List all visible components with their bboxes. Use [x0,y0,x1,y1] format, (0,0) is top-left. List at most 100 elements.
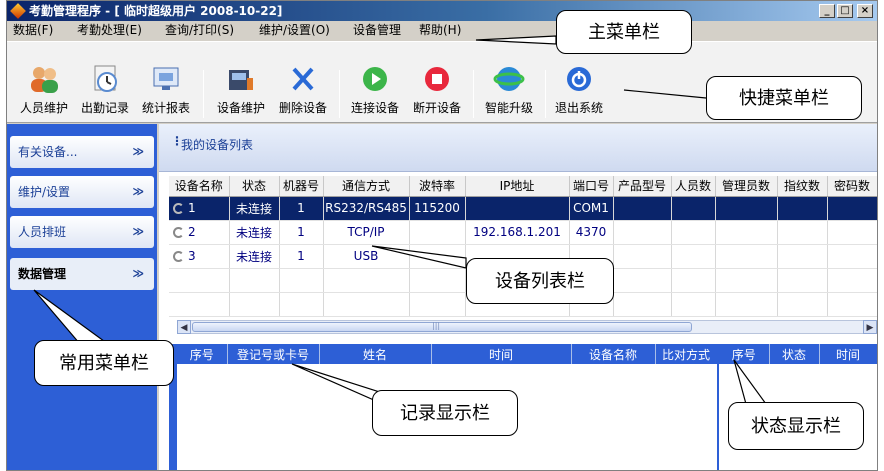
device-status: 未连接 [229,196,280,221]
table-row[interactable]: 1 未连接 1 RS232/RS485 115200 COM1 [169,196,877,221]
column-header[interactable]: 时间 [431,344,572,364]
device-icon [229,70,253,90]
device-list-title: 我的设备列表 [181,138,254,152]
table-row[interactable]: 2 未连接 1 TCP/IP 192.168.1.201 4370 [169,220,877,245]
device-status: 未连接 [229,244,280,269]
column-header[interactable]: 设备名称 [169,176,230,197]
column-header[interactable]: 序号 [719,344,770,364]
column-header[interactable]: 设备名称 [571,344,656,364]
record-table: 序号 登记号或卡号 姓名 时间 设备名称 比对方式 [177,344,718,364]
device-baud [409,244,466,269]
column-header[interactable]: 密码数 [827,176,877,197]
horizontal-scrollbar[interactable]: ◀ ||| ▶ [177,320,877,334]
column-header[interactable]: 机器号 [279,176,324,197]
sidebar-item-scheduling[interactable]: 人员排班 ≫ [10,216,154,248]
column-header[interactable]: 产品型号 [613,176,672,197]
device-name: 2 [188,225,196,239]
person-maintenance-button[interactable]: 人员维护 [15,64,73,122]
column-header[interactable]: 时间 [819,344,877,364]
table-header-row: 设备名称 状态 机器号 通信方式 波特率 IP地址 端口号 产品型号 人员数 管… [169,176,877,197]
grip-icon: ||| [432,321,441,330]
table-cell [715,220,778,245]
users-icon [31,67,58,93]
toolbar-label: 删除设备 [278,101,327,115]
scroll-left-icon[interactable]: ◀ [177,320,191,334]
column-header[interactable]: 波特率 [409,176,466,197]
disconnect-device-button[interactable]: 断开设备 [407,64,467,122]
device-comm: TCP/IP [323,220,410,245]
report-icon [153,67,179,90]
table-cell [671,196,716,221]
device-status: 未连接 [229,220,280,245]
refresh-icon [173,227,184,238]
connect-device-button[interactable]: 连接设备 [345,64,405,122]
device-machine-no: 1 [279,196,324,221]
attendance-records-button[interactable]: 出勤记录 [75,64,135,122]
table-header-row: 序号 状态 时间 [719,344,877,364]
toolbar-label: 退出系统 [554,101,603,115]
device-port: COM1 [569,196,614,221]
scrollbar-thumb[interactable] [192,322,692,332]
column-header[interactable]: 指纹数 [777,176,828,197]
chevron-down-icon: ≫ [132,267,144,280]
main-menu-bar: 数据(F) 考勤处理(E) 查询/打印(S) 维护/设置(O) 设备管理 帮助(… [7,21,877,39]
column-header[interactable]: 管理员数 [715,176,778,197]
sidebar-item-maintenance[interactable]: 维护/设置 ≫ [10,176,154,208]
menu-device-management[interactable]: 设备管理 [353,23,401,37]
toolbar-label: 出勤记录 [80,101,129,115]
table-cell [777,196,828,221]
column-header[interactable]: 姓名 [319,344,432,364]
toolbar-label: 断开设备 [412,101,461,115]
globe-icon [493,67,525,91]
menu-data[interactable]: 数据(F) [13,23,53,37]
window-title: 考勤管理程序 - [ 临时超级用户 2008-10-22] [29,4,283,18]
menu-help[interactable]: 帮助(H) [419,23,461,37]
column-header[interactable]: 端口号 [569,176,614,197]
table-header-row: 序号 登记号或卡号 姓名 时间 设备名称 比对方式 [177,344,718,364]
smart-upgrade-button[interactable]: 智能升级 [479,64,539,122]
minimize-button[interactable]: _ [819,4,835,18]
device-maintenance-button[interactable]: 设备维护 [211,64,271,122]
sidebar-item-label: 有关设备... [18,145,78,159]
menu-attendance[interactable]: 考勤处理(E) [77,23,142,37]
column-header[interactable]: 通信方式 [323,176,410,197]
callout-record-display: 记录显示栏 [372,390,518,436]
toolbar-label: 人员维护 [19,101,68,115]
maximize-button[interactable]: □ [837,4,853,18]
statistics-report-button[interactable]: 统计报表 [137,64,195,122]
sidebar-item-label: 维护/设置 [18,185,71,199]
device-name: 3 [188,249,196,263]
exit-system-button[interactable]: 退出系统 [549,64,609,122]
toolbar-label: 统计报表 [141,101,190,115]
menu-maintenance[interactable]: 维护/设置(O) [259,23,330,37]
callout-device-list: 设备列表栏 [466,258,614,304]
delete-device-button[interactable]: 删除设备 [273,64,333,122]
callout-main-menu: 主菜单栏 [556,10,692,54]
stop-icon [425,67,449,91]
column-header[interactable]: 比对方式 [655,344,718,364]
column-header[interactable]: 人员数 [671,176,716,197]
toolbar-label: 设备维护 [216,101,265,115]
table-cell [715,244,778,269]
column-header[interactable]: 状态 [769,344,820,364]
chevron-down-icon: ≫ [132,145,144,158]
device-list-header: ⋮ 我的设备列表 [159,124,877,172]
table-cell [613,220,672,245]
scroll-right-icon[interactable]: ▶ [863,320,877,334]
sidebar-item-data-management[interactable]: 数据管理 ≫ [10,258,154,290]
menu-query-print[interactable]: 查询/打印(S) [165,23,234,37]
column-header[interactable]: 状态 [229,176,280,197]
device-baud: 115200 [409,196,466,221]
table-cell [671,244,716,269]
callout-common-menu: 常用菜单栏 [34,340,174,386]
close-button[interactable]: × [857,4,873,18]
sidebar-item-label: 人员排班 [18,225,67,239]
table-cell [777,244,828,269]
column-header[interactable]: 序号 [177,344,228,364]
device-port: 4370 [569,220,614,245]
sidebar-item-devices[interactable]: 有关设备... ≫ [10,136,154,168]
toolbar-separator [473,70,474,118]
toolbar-separator [203,70,204,118]
column-header[interactable]: IP地址 [465,176,570,197]
column-header[interactable]: 登记号或卡号 [227,344,320,364]
